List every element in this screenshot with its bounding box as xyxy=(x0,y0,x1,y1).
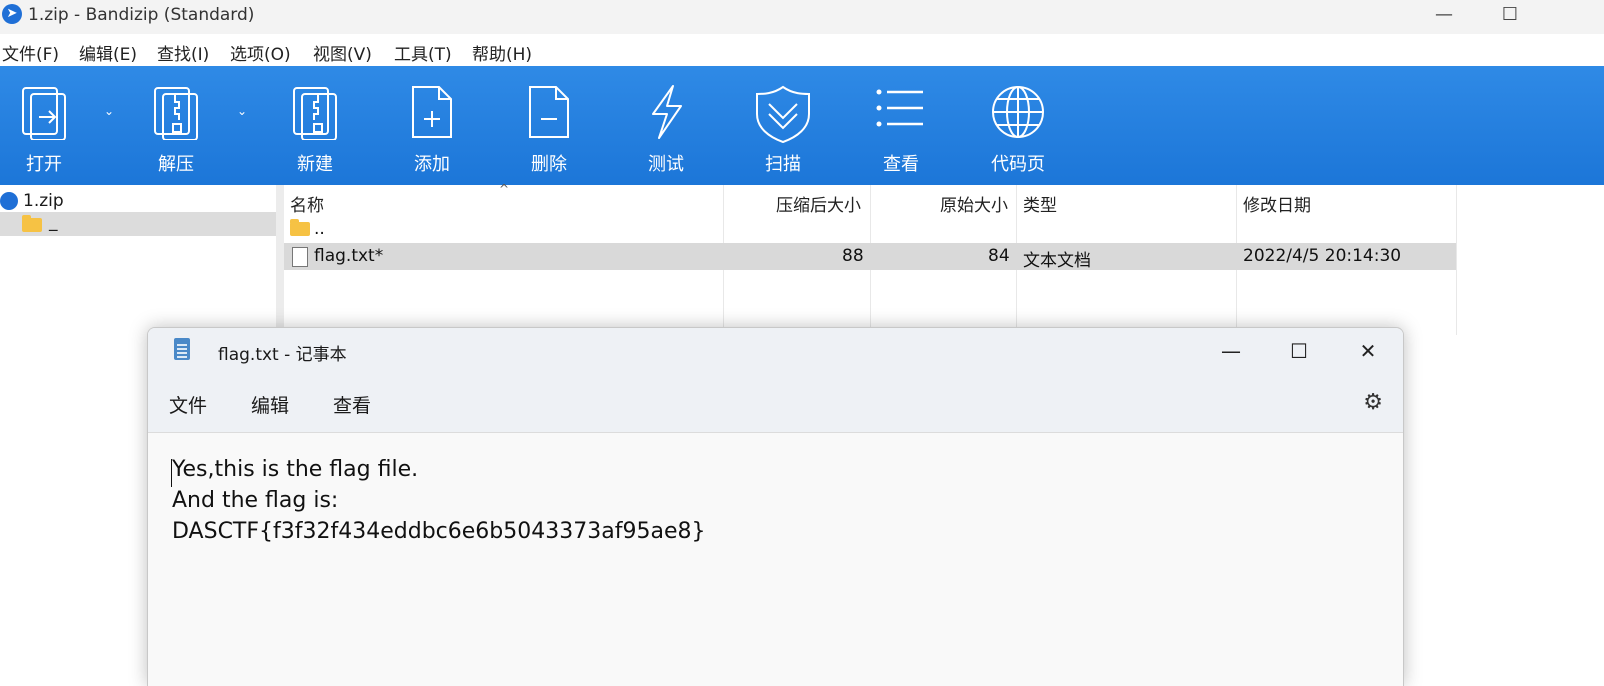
menu-tools[interactable]: 工具(T) xyxy=(394,40,452,65)
table-row[interactable]: .. xyxy=(284,216,1456,243)
row-packed: 88 xyxy=(842,246,864,266)
menu-options[interactable]: 选项(O) xyxy=(230,40,291,65)
list-icon xyxy=(876,89,923,127)
menu-bar: 文件(F) 编辑(E) 查找(I) 选项(O) 视图(V) 工具(T) 帮助(H… xyxy=(0,36,1604,66)
minimize-button[interactable]: — xyxy=(1420,0,1468,32)
codepage-button[interactable]: 代码页 xyxy=(978,84,1058,180)
notepad-menu-file[interactable]: 文件 xyxy=(169,391,207,418)
column-header-type[interactable]: 类型 xyxy=(1023,191,1057,216)
notepad-icon xyxy=(174,338,190,360)
text-line: And the flag is: xyxy=(172,488,339,513)
lightning-icon xyxy=(652,85,682,139)
row-name: flag.txt* xyxy=(314,246,384,266)
row-modified: 2022/4/5 20:14:30 xyxy=(1243,246,1402,266)
open-button[interactable]: 打开 xyxy=(4,84,84,180)
maximize-button[interactable]: ☐ xyxy=(1486,0,1534,32)
tree-child-label: _ xyxy=(49,212,58,232)
column-header-size[interactable]: 原始大小 xyxy=(940,191,1008,216)
column-divider xyxy=(1456,185,1457,335)
menu-edit[interactable]: 编辑(E) xyxy=(79,40,137,65)
test-button[interactable]: 测试 xyxy=(626,84,706,180)
scan-label: 扫描 xyxy=(765,154,801,175)
sort-ascending-icon: ^ xyxy=(499,182,510,196)
scan-button[interactable]: 扫描 xyxy=(743,84,823,180)
test-label: 测试 xyxy=(648,154,684,175)
zip-archive-icon xyxy=(0,192,18,210)
new-archive-icon xyxy=(293,87,337,140)
notepad-text-area[interactable]: Yes,this is the flag file. And the flag … xyxy=(148,433,1403,686)
tree-root-label: 1.zip xyxy=(23,191,64,211)
view-button[interactable]: 查看 xyxy=(861,84,941,180)
column-header-packed[interactable]: 压缩后大小 xyxy=(776,191,861,216)
text-line: DASCTF{f3f32f434eddbc6e6b5043373af95ae8} xyxy=(172,519,706,544)
add-button[interactable]: 添加 xyxy=(392,84,472,180)
row-size: 84 xyxy=(988,246,1010,266)
folder-icon xyxy=(22,215,42,232)
notepad-menu-view[interactable]: 查看 xyxy=(333,391,371,418)
notepad-maximize-button[interactable]: ☐ xyxy=(1276,336,1322,366)
extract-dropdown-chevron-icon[interactable]: ⌄ xyxy=(234,104,250,118)
new-button[interactable]: 新建 xyxy=(275,84,355,180)
menu-view[interactable]: 视图(V) xyxy=(313,40,372,65)
view-label: 查看 xyxy=(883,154,919,175)
column-header-name[interactable]: 名称 xyxy=(290,191,324,216)
tree-item-folder[interactable]: _ xyxy=(0,212,276,236)
add-label: 添加 xyxy=(414,154,450,175)
table-row[interactable]: flag.txt* 88 84 文本文档 2022/4/5 20:14:30 xyxy=(284,243,1456,271)
delete-file-icon xyxy=(529,86,569,138)
extract-button[interactable]: 解压 xyxy=(136,84,216,180)
extract-label: 解压 xyxy=(158,154,194,175)
menu-find[interactable]: 查找(I) xyxy=(157,40,209,65)
toolbar: 打开 ⌄ 解压 ⌄ 新建 添加 删除 测试 扫描 查看 代码页 xyxy=(0,66,1604,185)
menu-help[interactable]: 帮助(H) xyxy=(472,40,532,65)
row-name: .. xyxy=(314,219,325,239)
notepad-title-bar: flag.txt - 记事本 — ☐ ✕ xyxy=(148,328,1403,376)
window-title: 1.zip - Bandizip (Standard) xyxy=(28,5,255,25)
menu-file[interactable]: 文件(F) xyxy=(2,40,59,65)
notepad-window: flag.txt - 记事本 — ☐ ✕ 文件 编辑 查看 ⚙ Yes,this… xyxy=(147,327,1404,686)
open-dropdown-chevron-icon[interactable]: ⌄ xyxy=(101,104,117,118)
new-label: 新建 xyxy=(297,154,333,175)
notepad-menu-bar: 文件 编辑 查看 ⚙ xyxy=(148,376,1403,433)
tree-item-root[interactable]: 1.zip xyxy=(0,189,276,213)
title-bar: ➤ 1.zip - Bandizip (Standard) — ☐ xyxy=(0,0,1604,34)
bandizip-logo-icon: ➤ xyxy=(2,4,22,24)
extract-icon xyxy=(154,87,198,140)
notepad-minimize-button[interactable]: — xyxy=(1208,336,1254,366)
notepad-close-button[interactable]: ✕ xyxy=(1345,336,1391,366)
column-header-modified[interactable]: 修改日期 xyxy=(1243,191,1311,216)
delete-button[interactable]: 删除 xyxy=(509,84,589,180)
open-label: 打开 xyxy=(26,154,62,175)
text-file-icon xyxy=(292,247,308,267)
globe-icon xyxy=(992,86,1044,138)
settings-gear-icon[interactable]: ⚙ xyxy=(1363,390,1383,415)
open-icon xyxy=(22,87,66,140)
delete-label: 删除 xyxy=(531,154,567,175)
codepage-label: 代码页 xyxy=(991,154,1045,175)
notepad-title: flag.txt - 记事本 xyxy=(218,345,347,365)
notepad-menu-edit[interactable]: 编辑 xyxy=(251,391,289,418)
text-line: Yes,this is the flag file. xyxy=(172,457,419,482)
add-file-icon xyxy=(412,86,452,138)
shield-icon xyxy=(756,85,810,144)
folder-icon xyxy=(290,219,310,236)
row-type: 文本文档 xyxy=(1023,251,1091,271)
